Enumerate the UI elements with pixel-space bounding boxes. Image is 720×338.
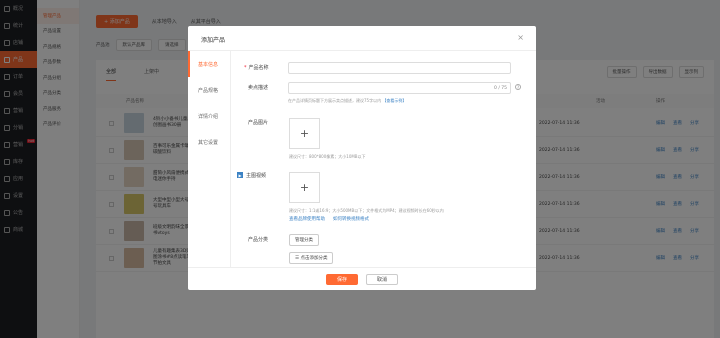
modal-footer-divider [188, 267, 536, 268]
help-icon[interactable]: ? [515, 84, 521, 90]
desc-input[interactable]: 0 / 75 [288, 82, 511, 94]
tab-basic-info[interactable]: 基本信息 [188, 51, 230, 77]
tab-other[interactable]: 其它设置 [188, 129, 230, 155]
desc-example-link[interactable]: 【查看示例】 [382, 98, 406, 103]
tab-spec[interactable]: 产品规格 [188, 77, 230, 103]
image-upload[interactable]: + [289, 118, 320, 149]
cancel-button[interactable]: 取消 [366, 274, 398, 285]
image-hint: 建议尺寸：800*800像素；大小10MB以下 [289, 154, 366, 159]
image-label: 产品图片 [248, 120, 269, 126]
video-label: 主图视频 [246, 173, 267, 179]
video-hint: 建议尺寸：1:1或16:9；大小500MB以下；文件格式为MP4；建议视频时长在… [289, 208, 444, 213]
plus-icon: + [299, 181, 310, 194]
add-product-modal: 添加产品 × 基本信息 产品规格 详情介绍 其它设置 * 产品名称 卖点描述 0 … [188, 26, 536, 290]
modal-body: * 产品名称 卖点描述 0 / 75 ? 在产品详情页标题下方展示卖点描述，建议7… [238, 51, 536, 267]
name-input[interactable] [288, 62, 511, 74]
video-help-link[interactable]: 查看品牌使用帮助 [289, 216, 325, 222]
save-button[interactable]: 保存 [326, 274, 358, 285]
add-category-button[interactable]: ☰ 点击添加分类 [289, 252, 334, 264]
plus-icon: + [299, 127, 310, 140]
manage-category-button[interactable]: 管理分类 [289, 234, 319, 246]
desc-counter: 0 / 75 [494, 86, 507, 91]
modal-title: 添加产品 [201, 37, 226, 44]
modal-tabs: 基本信息 产品规格 详情介绍 其它设置 [188, 51, 231, 267]
desc-label: 卖点描述 [248, 85, 269, 91]
desc-hint: 在产品详情页标题下方展示卖点描述，建议75字以内 【查看示例】 [288, 98, 407, 103]
video-icon: ▶ [237, 172, 243, 178]
close-icon[interactable]: × [517, 33, 524, 42]
video-format-link[interactable]: 如何转换视频格式 [333, 216, 369, 222]
video-upload[interactable]: + [289, 172, 320, 203]
category-label: 产品分类 [248, 237, 269, 243]
tab-detail[interactable]: 详情介绍 [188, 103, 230, 129]
name-label: * 产品名称 [244, 65, 269, 71]
